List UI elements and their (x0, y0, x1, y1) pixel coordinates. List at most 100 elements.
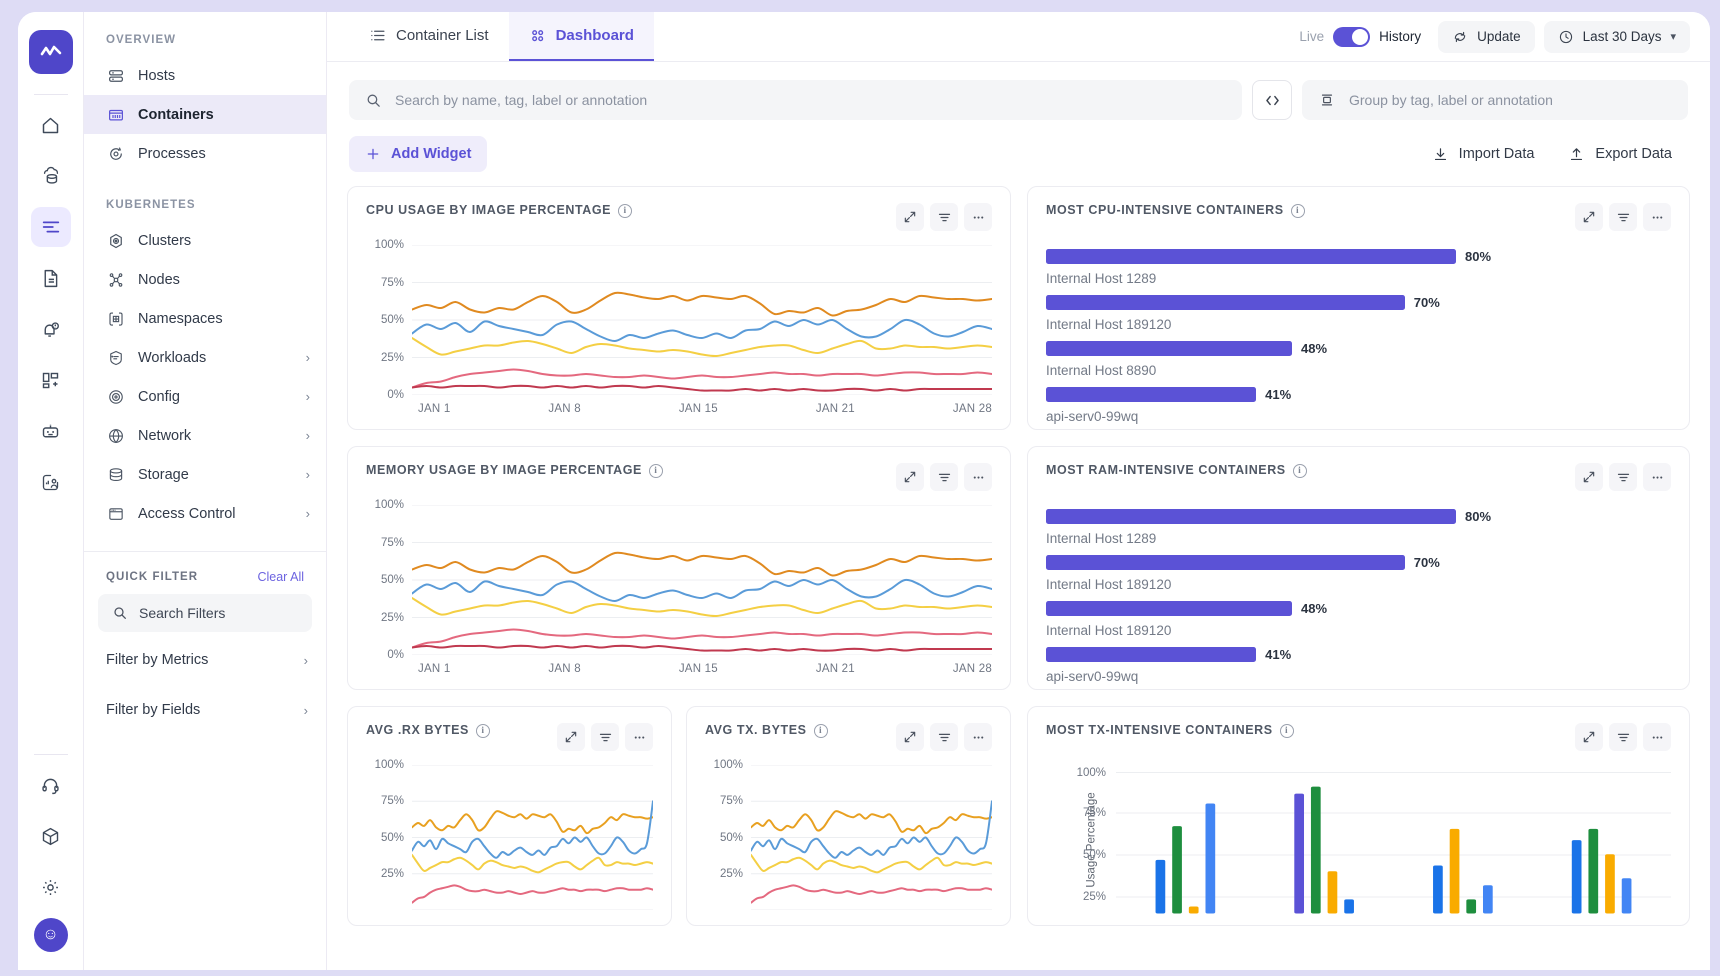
more-options-button[interactable] (964, 463, 992, 491)
more-options-button[interactable] (1643, 203, 1671, 231)
time-range-button[interactable]: Last 30 Days ▾ (1544, 21, 1690, 53)
filter-button[interactable] (591, 723, 619, 751)
chevron-right-icon: › (306, 350, 310, 365)
more-options-button[interactable] (964, 203, 992, 231)
app-logo[interactable] (29, 30, 73, 74)
bar-value: 70% (1414, 555, 1440, 570)
group-by-icon (1318, 91, 1336, 109)
more-options-button[interactable] (1643, 463, 1671, 491)
bar (1466, 899, 1476, 913)
widget-header: MEMORY USAGE BY IMAGE PERCENTAGEi (366, 463, 992, 491)
more-options-button[interactable] (1643, 723, 1671, 751)
bar (1588, 829, 1598, 914)
sidebar-item-config[interactable]: Config › (84, 377, 326, 416)
info-icon[interactable]: i (476, 724, 490, 738)
search-filters-input[interactable]: Search Filters (98, 594, 312, 632)
info-icon[interactable]: i (618, 204, 632, 218)
plot-area (751, 765, 992, 910)
filter-button[interactable] (1609, 203, 1637, 231)
group-by-input[interactable]: Group by tag, label or annotation (1302, 80, 1688, 120)
sidebar-item-containers[interactable]: Containers (84, 95, 326, 134)
more-options-button[interactable] (625, 723, 653, 751)
sidebar-item-storage[interactable]: Storage › (84, 455, 326, 494)
filter-by-fields[interactable]: Filter by Fields › (84, 688, 326, 732)
info-icon[interactable]: i (814, 724, 828, 738)
sidebar-item-network[interactable]: Network › (84, 416, 326, 455)
rail-documents[interactable] (31, 258, 71, 298)
expand-button[interactable] (896, 203, 924, 231)
app-root: ☺ OVERVIEW Hosts Containers (0, 0, 1720, 976)
sidebar-item-clusters[interactable]: Clusters (84, 221, 326, 260)
tab-dashboard[interactable]: Dashboard (509, 12, 654, 61)
info-icon[interactable]: i (1280, 724, 1294, 738)
rail-dashboards[interactable] (31, 360, 71, 400)
plot-area (412, 765, 653, 910)
info-icon[interactable]: i (649, 464, 663, 478)
rail-users[interactable] (31, 462, 71, 502)
sidebar-item-label: Nodes (138, 272, 180, 288)
document-icon (40, 268, 61, 289)
export-data-label: Export Data (1595, 146, 1672, 162)
filter-by-metrics[interactable]: Filter by Metrics › (84, 638, 326, 682)
y-tick: 75% (720, 795, 743, 807)
sidebar-item-access-control[interactable]: Access Control › (84, 494, 326, 533)
rail-infrastructure[interactable] (31, 156, 71, 196)
info-icon[interactable]: i (1291, 204, 1305, 218)
y-tick: 100% (714, 759, 743, 771)
rail-home[interactable] (31, 105, 71, 145)
list-icon (369, 27, 386, 44)
rail-divider (34, 94, 68, 95)
y-tick: 50% (381, 314, 404, 326)
rail-logs[interactable] (31, 207, 71, 247)
filter-button[interactable] (930, 723, 958, 751)
code-toggle-button[interactable] (1252, 80, 1292, 120)
filter-button[interactable] (930, 203, 958, 231)
clear-all-button[interactable]: Clear All (257, 570, 304, 584)
import-data-button[interactable]: Import Data (1416, 136, 1551, 172)
bar (1156, 860, 1166, 914)
horizontal-bar-list: 80%Internal Host 128970%Internal Host 18… (1046, 509, 1671, 684)
search-input[interactable]: Search by name, tag, label or annotation (349, 80, 1242, 120)
toggle-knob (1352, 29, 1368, 45)
widget-header: MOST CPU-INTENSIVE CONTAINERSi (1046, 203, 1671, 231)
bar (1046, 387, 1256, 402)
expand-button[interactable] (896, 463, 924, 491)
sidebar-item-nodes[interactable]: Nodes (84, 260, 326, 299)
rail-settings[interactable] (31, 867, 71, 907)
expand-button[interactable] (1575, 723, 1603, 751)
tab-container-list[interactable]: Container List (349, 12, 509, 61)
update-button[interactable]: Update (1438, 21, 1535, 53)
bar-row: 70% (1046, 555, 1671, 570)
rail-support[interactable] (31, 765, 71, 805)
expand-button[interactable] (1575, 203, 1603, 231)
export-data-button[interactable]: Export Data (1552, 136, 1688, 172)
plot-area (412, 505, 992, 655)
filter-button[interactable] (1609, 723, 1637, 751)
bar-label: Internal Host 1289 (1046, 271, 1671, 286)
widget-tools (896, 723, 992, 751)
filter-button[interactable] (1609, 463, 1637, 491)
widget-title: MOST RAM-INTENSIVE CONTAINERSi (1046, 463, 1307, 478)
info-icon[interactable]: i (1293, 464, 1307, 478)
chart-line (412, 598, 992, 616)
bar-value: 41% (1265, 647, 1291, 662)
sidebar-item-processes[interactable]: Processes (84, 134, 326, 173)
sidebar-item-namespaces[interactable]: Namespaces (84, 299, 326, 338)
widget-tools (1575, 203, 1671, 231)
add-widget-button[interactable]: Add Widget (349, 136, 487, 172)
bar-value: 70% (1414, 295, 1440, 310)
more-options-button[interactable] (964, 723, 992, 751)
avatar[interactable]: ☺ (34, 918, 68, 952)
rail-integrations[interactable] (31, 816, 71, 856)
sidebar-item-hosts[interactable]: Hosts (84, 56, 326, 95)
rail-alerts[interactable] (31, 309, 71, 349)
y-tick: 25% (381, 612, 404, 624)
sidebar-item-workloads[interactable]: Workloads › (84, 338, 326, 377)
expand-button[interactable] (1575, 463, 1603, 491)
expand-button[interactable] (557, 723, 585, 751)
rail-automation[interactable] (31, 411, 71, 451)
chevron-down-icon: ▾ (1670, 30, 1676, 43)
filter-button[interactable] (930, 463, 958, 491)
expand-button[interactable] (896, 723, 924, 751)
live-history-toggle[interactable] (1333, 27, 1370, 47)
